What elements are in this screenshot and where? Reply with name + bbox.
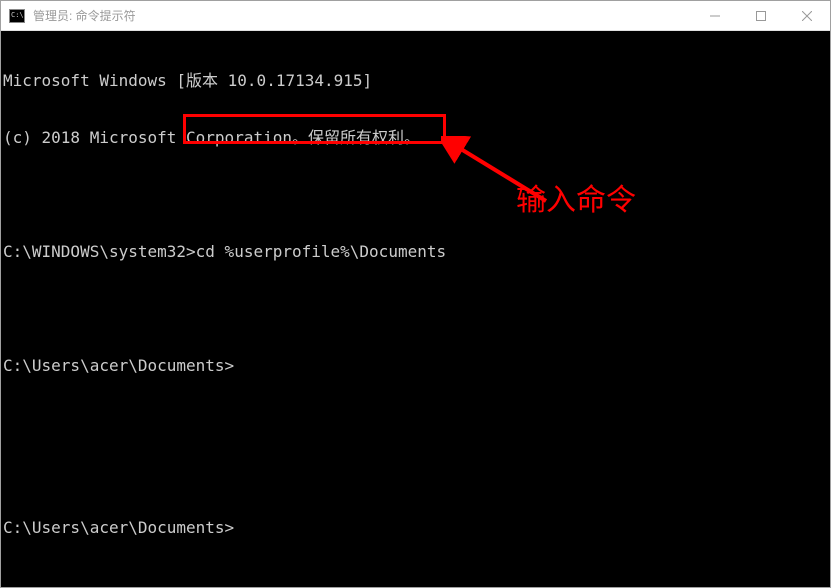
terminal-line: (c) 2018 Microsoft Corporation。保留所有权利。 [3, 128, 830, 147]
terminal-line: Microsoft Windows [版本 10.0.17134.915] [3, 71, 830, 90]
window-controls [692, 1, 830, 30]
cmd-icon [9, 9, 25, 23]
window-title: 管理员: 命令提示符 [33, 7, 692, 24]
maximize-button[interactable] [738, 1, 784, 30]
annotation-label: 输入命令 [516, 191, 636, 210]
command-prompt-window: 管理员: 命令提示符 Microsoft Windows [版本 10.0.17… [0, 0, 831, 588]
close-button[interactable] [784, 1, 830, 30]
terminal-bottom-prompt: C:\Users\acer\Documents> [3, 518, 234, 537]
command-input[interactable]: cd %userprofile%\Documents [196, 242, 446, 261]
terminal-area[interactable]: Microsoft Windows [版本 10.0.17134.915] (c… [1, 31, 830, 587]
titlebar[interactable]: 管理员: 命令提示符 [1, 1, 830, 31]
terminal-prompt-line: C:\WINDOWS\system32>cd %userprofile%\Doc… [3, 242, 830, 261]
prompt-path: C:\WINDOWS\system32> [3, 242, 196, 261]
terminal-prompt-line: C:\Users\acer\Documents> [3, 356, 830, 375]
minimize-button[interactable] [692, 1, 738, 30]
terminal-blank [3, 299, 830, 318]
terminal-blank [3, 185, 830, 204]
